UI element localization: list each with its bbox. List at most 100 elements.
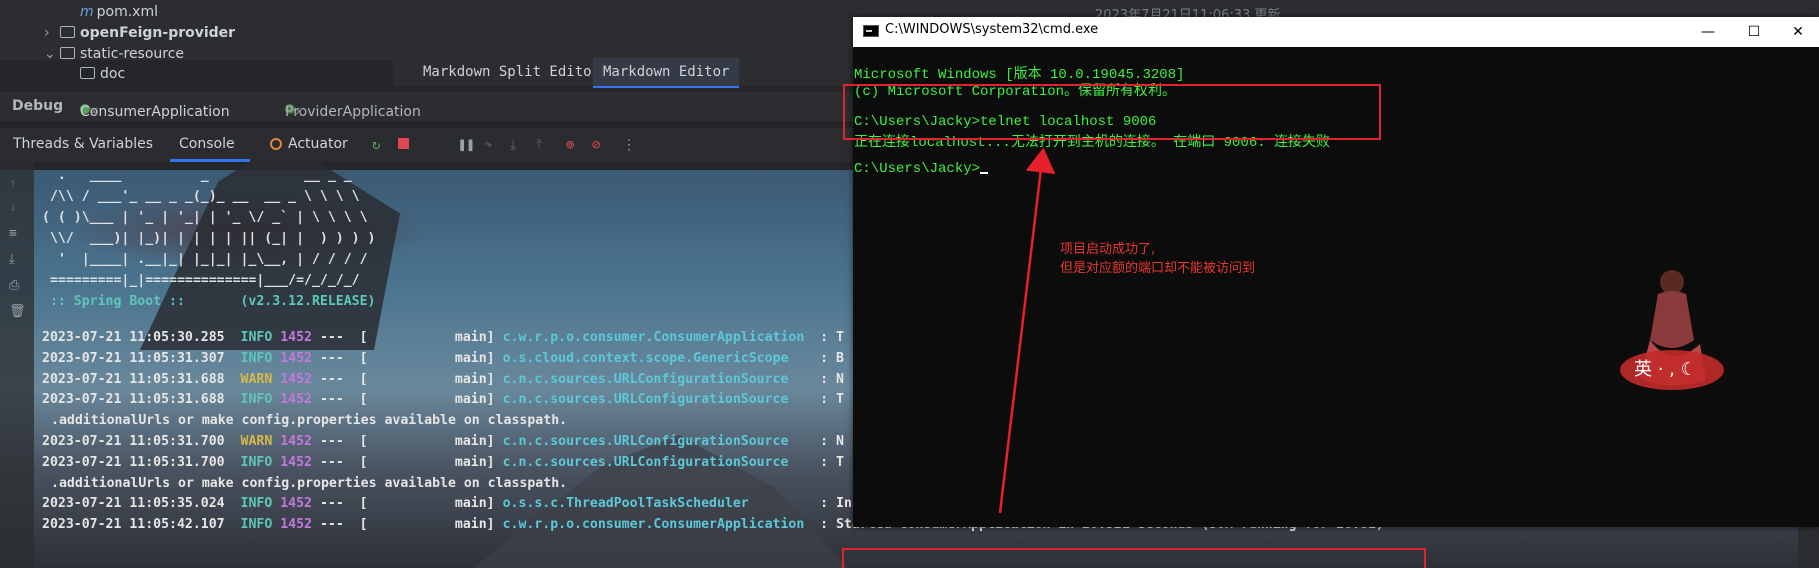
more-options-icon[interactable]: ⋮ (622, 137, 636, 153)
log-logger: c.n.c.sources.URLConfigurationSource (502, 371, 789, 387)
log-message: .additionalUrls or make config.propertie… (51, 413, 568, 429)
log-level: INFO (240, 392, 273, 408)
close-icon[interactable]: × (293, 104, 305, 120)
log-pid: 1452 (280, 371, 312, 387)
folder-icon (60, 26, 75, 38)
log-thread: --- [ main] (319, 330, 495, 345)
log-message: : B (788, 350, 844, 366)
log-pid: 1452 (280, 350, 312, 366)
log-date: 2023-07-21 11:05:31.700 (42, 454, 225, 470)
spring-boot-version: :: Spring Boot :: (v2.3.12.RELEASE) (42, 294, 376, 309)
tree-item-label: static-resource (80, 46, 185, 62)
character-head (1660, 270, 1684, 294)
cmd-line: Microsoft Windows [版本 10.0.19045.3208] (854, 67, 1185, 83)
log-pid: 1452 (280, 517, 312, 533)
mute-breakpoints-icon[interactable]: ⊘ (592, 137, 600, 153)
close-icon[interactable]: × (88, 104, 100, 120)
banner-line: \\/ ___)| |_)| | | | | || (_| | ) ) ) ) (42, 231, 376, 246)
tree-item-static-resource[interactable]: ⌄ static-resource (44, 46, 184, 66)
log-level: INFO (240, 517, 273, 533)
log-logger: o.s.cloud.context.scope.GenericScope (502, 350, 789, 366)
log-pid: 1452 (280, 392, 312, 408)
log-date: 2023-07-21 11:05:31.688 (42, 371, 225, 387)
log-message: : T (788, 454, 844, 470)
minimize-button[interactable]: — (1685, 19, 1731, 45)
log-thread: --- [ main] (319, 350, 495, 366)
tree-item-openfeign-provider[interactable]: › openFeign-provider (44, 25, 235, 45)
log-thread: --- [ main] (319, 371, 495, 387)
log-date: 2023-07-21 11:05:31.700 (42, 434, 225, 449)
cmd-title-bar[interactable]: C:\WINDOWS\system32\cmd.exe — ☐ ✕ (853, 17, 1819, 47)
banner-line: /\\ / ___'_ __ _ _(_)_ __ __ _ \ \ \ \ (42, 189, 360, 204)
active-tab-indicator (170, 159, 250, 162)
log-line: 2023-07-21 11:05:31.700 WARN 1452 --- [ … (42, 434, 844, 454)
log-message: : N (788, 434, 844, 449)
tab-label: ProviderApplication (285, 104, 421, 120)
log-logger: c.n.c.sources.URLConfigurationSource (502, 454, 789, 470)
tree-item-pom[interactable]: m pom.xml (80, 4, 158, 24)
soft-wrap-icon[interactable]: ≡ (9, 226, 17, 241)
log-date: 2023-07-21 11:05:31.688 (42, 392, 225, 408)
log-date: 2023-07-21 11:05:35.024 (42, 496, 225, 512)
console-toolbar: Threads & Variables Console Actuator ↻ ❚… (0, 128, 860, 162)
cmd-icon (863, 25, 879, 37)
editor-tab-bar: Markdown Split Editor Markdown Editor (393, 58, 853, 88)
annotation-line: 但是对应额的端口却不能被访问到 (1060, 261, 1256, 276)
tab-markdown-split-editor[interactable]: Markdown Split Editor (413, 58, 610, 86)
log-message: : T (804, 330, 844, 345)
cmd-prompt[interactable]: C:\Users\Jacky> (854, 161, 989, 178)
banner-line: ( ( )\___ | '_ | '_| | '_ \/ _` | \ \ \ … (42, 210, 368, 225)
log-logger: c.n.c.sources.URLConfigurationSource (502, 434, 789, 449)
log-logger: o.s.s.c.ThreadPoolTaskScheduler (502, 496, 749, 512)
log-pid: 1452 (280, 434, 312, 449)
log-logger: c.w.r.p.o.consumer.ConsumerApplication (502, 517, 805, 533)
log-thread: --- [ main] (319, 454, 495, 470)
log-line: 2023-07-21 11:05:31.307 INFO 1452 --- [ … (42, 351, 844, 371)
rerun-icon[interactable]: ↻ (372, 137, 380, 153)
chevron-down-icon[interactable]: ⌄ (44, 46, 60, 62)
console-gutter: ↑ ↓ ≡ ⤓ ⎙ 🗑 (0, 162, 34, 568)
telnet-highlight-box (843, 84, 1381, 140)
debug-label: Debug (12, 98, 64, 114)
character-badge-text: 英 · , ☾ (1634, 359, 1697, 380)
scroll-to-end-icon[interactable]: ⤓ (9, 252, 15, 267)
log-message: : N (788, 371, 844, 387)
tab-threads-variables[interactable]: Threads & Variables (13, 136, 153, 152)
log-logger: c.n.c.sources.URLConfigurationSource (502, 392, 789, 408)
tab-console[interactable]: Console (179, 136, 235, 152)
maximize-button[interactable]: ☐ (1731, 19, 1777, 45)
log-date: 2023-07-21 11:05:31.307 (42, 350, 225, 366)
prompt-text: C:\Users\Jacky> (854, 161, 981, 177)
pause-icon[interactable]: ❚❚ (458, 137, 475, 153)
annotation-line: 项目启动成功了, (1060, 242, 1156, 257)
log-logger: c.w.r.p.o.consumer.ConsumerApplication (502, 330, 805, 345)
tab-actuator[interactable]: Actuator (270, 136, 348, 152)
stop-icon[interactable] (398, 137, 409, 153)
log-line: 2023-07-21 11:05:31.688 WARN 1452 --- [ … (42, 372, 844, 392)
character-body (1650, 291, 1694, 348)
log-thread: --- [ main] (319, 496, 495, 512)
text-cursor (980, 172, 989, 174)
step-over-icon[interactable]: ↷ (484, 137, 492, 153)
print-icon[interactable]: ⎙ (9, 278, 19, 293)
log-level: INFO (240, 496, 273, 512)
log-date: 2023-07-21 11:05:42.107 (42, 517, 225, 533)
view-breakpoints-icon[interactable]: ⊚ (566, 137, 574, 153)
step-out-icon[interactable]: ⤒ (536, 137, 542, 153)
tree-item-doc[interactable]: doc (80, 66, 125, 86)
scroll-down-icon[interactable]: ↓ (9, 200, 17, 215)
close-button[interactable]: ✕ (1775, 19, 1819, 45)
banner-line: . ____ _ __ _ _ (42, 168, 352, 183)
clear-icon[interactable]: 🗑 (9, 304, 26, 319)
folder-icon (80, 67, 95, 79)
log-level: WARN (240, 371, 273, 387)
scroll-up-icon[interactable]: ↑ (9, 176, 17, 191)
tree-item-label: pom.xml (96, 4, 158, 20)
tree-item-label: doc (100, 66, 126, 82)
chevron-right-icon[interactable]: › (44, 25, 60, 41)
log-message: : T (788, 392, 844, 408)
tab-label: ConsumerApplication (80, 104, 230, 120)
tab-markdown-editor[interactable]: Markdown Editor (593, 58, 740, 88)
step-into-icon[interactable]: ⤓ (510, 137, 516, 153)
log-level: INFO (240, 350, 273, 366)
